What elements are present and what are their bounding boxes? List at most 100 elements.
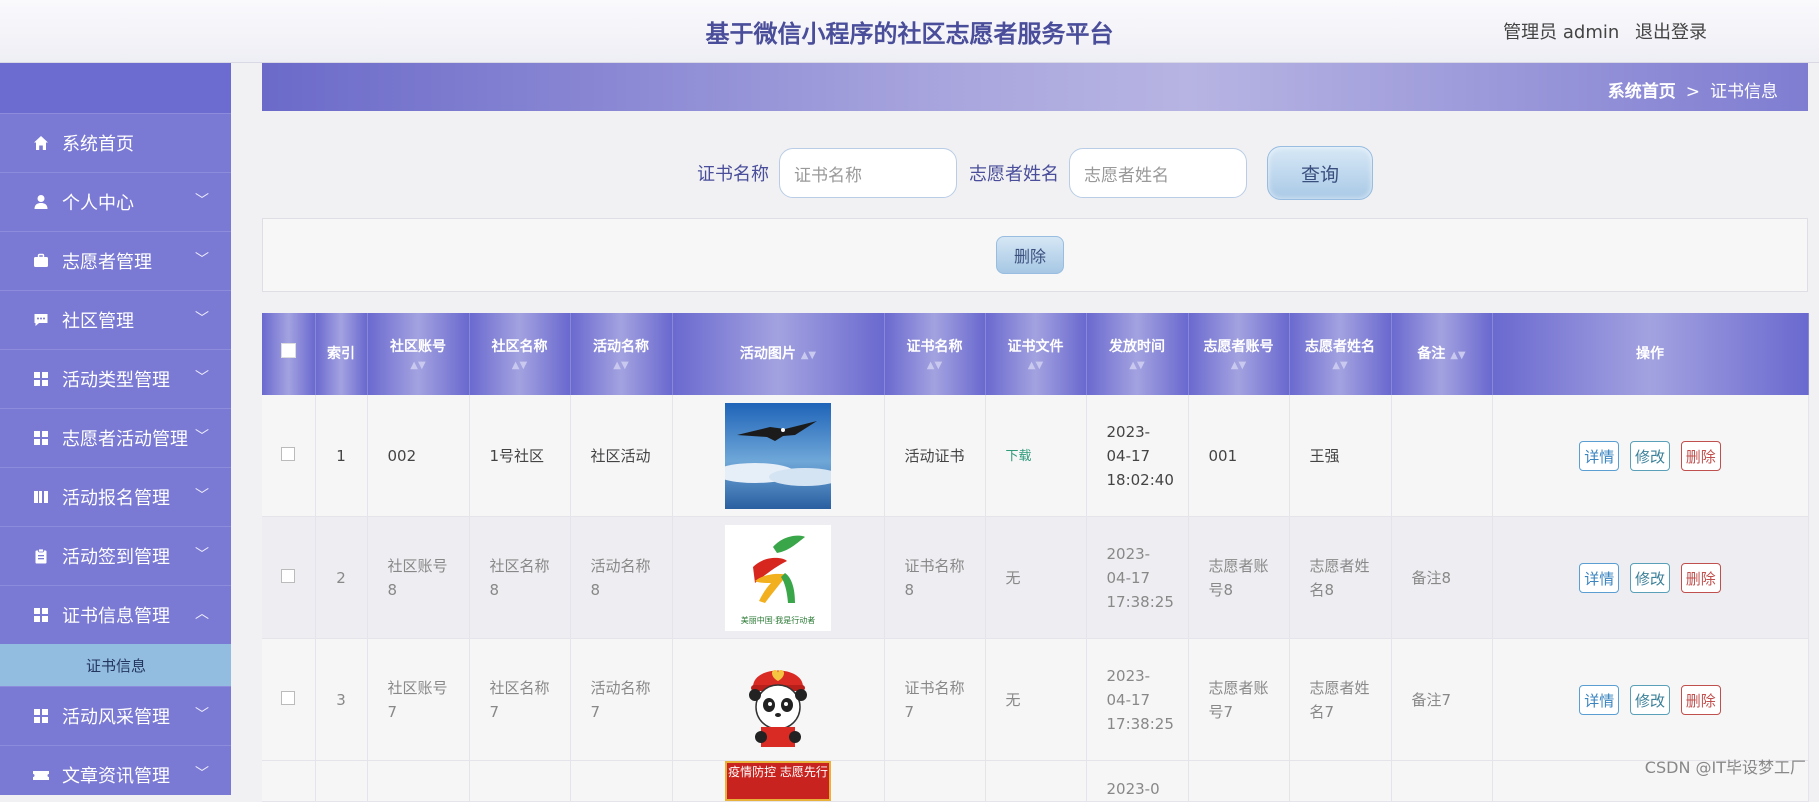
delete-button[interactable]: 删除 — [1680, 684, 1721, 715]
sort-icon[interactable]: ▲▼ — [1091, 359, 1184, 373]
row-select — [262, 638, 316, 761]
sidebar-item-activity-checkin-management[interactable]: 活动签到管理 ﹀ — [0, 526, 231, 585]
column-header[interactable]: 志愿者账号 ▲▼ — [1188, 313, 1290, 395]
table-row: 2 社区账号8 社区名称8 活动名称8 美丽中国·我是行动者 证书名称8 无 2… — [262, 516, 1809, 639]
user-label: 管理员 admin — [1503, 22, 1620, 43]
sort-icon[interactable]: ▲▼ — [1450, 350, 1465, 361]
sidebar-item-volunteer-management[interactable]: 志愿者管理 ﹀ — [0, 231, 231, 290]
detail-button[interactable]: 详情 — [1579, 562, 1620, 593]
book-icon — [32, 488, 50, 506]
logout-link[interactable]: 退出登录 — [1635, 22, 1707, 43]
column-header[interactable]: 社区账号 ▲▼ — [367, 313, 470, 395]
column-header[interactable]: 发放时间 ▲▼ — [1086, 313, 1189, 395]
action-bar: 删除 — [262, 218, 1808, 292]
column-header[interactable]: 备注 ▲▼ — [1391, 313, 1493, 395]
batch-delete-button[interactable]: 删除 — [996, 236, 1064, 274]
edit-button[interactable]: 修改 — [1630, 440, 1670, 471]
sort-icon[interactable]: ▲▼ — [1294, 359, 1387, 373]
table-row: 3 社区账号7 社区名称7 活动名称7 证书名称7 无 2023-04-17 1… — [262, 638, 1809, 761]
sidebar-item-label: 活动风采管理 — [62, 707, 170, 728]
row-checkbox[interactable] — [281, 568, 296, 583]
sidebar-item-label: 活动报名管理 — [62, 488, 170, 509]
column-header[interactable]: 索引 — [315, 313, 368, 395]
cell-activity-name — [570, 760, 673, 802]
home-icon — [32, 134, 50, 152]
column-header[interactable]: 志愿者姓名 ▲▼ — [1289, 313, 1392, 395]
sidebar-item-volunteer-activity-management[interactable]: 志愿者活动管理 ﹀ — [0, 408, 231, 467]
cell-cert-name: 证书名称8 — [884, 516, 986, 639]
cell-volunteer-account: 001 — [1188, 395, 1290, 517]
search-button[interactable]: 查询 — [1267, 146, 1373, 200]
cell-volunteer-account: 志愿者账号7 — [1188, 638, 1290, 761]
cell-activity-image: 疫情防控 志愿先行 — [672, 760, 885, 802]
sidebar-item-label: 志愿者活动管理 — [62, 429, 188, 450]
user-area: 管理员 admin 退出登录 — [1493, 18, 1707, 44]
user-icon — [32, 193, 50, 211]
sort-icon[interactable]: ▲▼ — [575, 359, 668, 373]
cell-volunteer-account: 志愿者账号8 — [1188, 516, 1290, 639]
download-link[interactable]: 下载 — [1006, 449, 1032, 464]
delete-button[interactable]: 删除 — [1680, 562, 1721, 593]
breadcrumb-separator: > — [1685, 82, 1700, 102]
cell-community-name: 1号社区 — [469, 395, 571, 517]
chevron-down-icon: ﹀ — [195, 311, 209, 327]
cell-activity-name: 活动名称8 — [570, 516, 673, 639]
chevron-down-icon: ﹀ — [195, 193, 209, 209]
sort-icon[interactable]: ▲▼ — [474, 359, 566, 373]
briefcase-icon — [32, 252, 50, 270]
sidebar-subitem-certificate-info[interactable]: 证书信息 — [0, 644, 231, 686]
chevron-down-icon: ﹀ — [195, 429, 209, 445]
chevron-down-icon: ﹀ — [195, 370, 209, 386]
table-row: 1 002 1号社区 社区活动 活动证书 下载 2023-04-17 18:02… — [262, 395, 1809, 517]
sidebar-item-certificate-management[interactable]: 证书信息管理 ︿ — [0, 585, 231, 644]
sidebar: 系统首页 个人中心 ﹀ 志愿者管理 ﹀ 社区管理 ﹀ 活动类型管理 ﹀ 志愿者活… — [0, 63, 231, 795]
ticket-icon — [32, 766, 50, 784]
sidebar-item-article-management[interactable]: 文章资讯管理 ﹀ — [0, 745, 231, 795]
cell-community-name — [469, 760, 571, 802]
select-all-checkbox[interactable] — [280, 343, 296, 358]
search-bar: 证书名称 证书名称 志愿者姓名 志愿者姓名 查询 — [262, 145, 1808, 201]
sidebar-item-home[interactable]: 系统首页 — [0, 113, 231, 172]
cell-community-account: 社区账号8 — [367, 516, 470, 639]
sidebar-item-personal-center[interactable]: 个人中心 ﹀ — [0, 172, 231, 231]
column-header[interactable]: 社区名称 ▲▼ — [469, 313, 571, 395]
row-checkbox[interactable] — [281, 446, 296, 461]
volunteer-name-input[interactable]: 志愿者姓名 — [1069, 148, 1247, 198]
page-banner: 系统首页 > 证书信息 — [262, 63, 1808, 111]
select-all-header — [262, 313, 316, 395]
cell-index: 2 — [315, 516, 368, 639]
column-header: 操作 — [1492, 313, 1809, 395]
sort-icon[interactable]: ▲▼ — [990, 359, 1082, 373]
sidebar-item-activity-type-management[interactable]: 活动类型管理 ﹀ — [0, 349, 231, 408]
delete-button[interactable]: 删除 — [1680, 440, 1721, 471]
cell-cert-file — [985, 760, 1087, 802]
breadcrumb-home[interactable]: 系统首页 — [1608, 82, 1676, 102]
edit-button[interactable]: 修改 — [1630, 562, 1670, 593]
sidebar-item-label: 文章资讯管理 — [62, 766, 170, 787]
edit-button[interactable]: 修改 — [1630, 684, 1670, 715]
column-header[interactable]: 证书名称 ▲▼ — [884, 313, 986, 395]
sidebar-item-activity-showcase-management[interactable]: 活动风采管理 ﹀ — [0, 686, 231, 745]
row-checkbox[interactable] — [281, 690, 296, 705]
column-header[interactable]: 证书文件 ▲▼ — [985, 313, 1087, 395]
cell-index: 3 — [315, 638, 368, 761]
sidebar-item-activity-registration-management[interactable]: 活动报名管理 ﹀ — [0, 467, 231, 526]
sort-icon[interactable]: ▲▼ — [801, 350, 816, 361]
grid-icon — [32, 429, 50, 447]
cert-name-input[interactable]: 证书名称 — [779, 148, 957, 198]
sort-icon[interactable]: ▲▼ — [889, 359, 981, 373]
detail-button[interactable]: 详情 — [1579, 684, 1620, 715]
column-header[interactable]: 活动图片 ▲▼ — [672, 313, 885, 395]
sort-icon[interactable]: ▲▼ — [372, 359, 465, 373]
column-header[interactable]: 活动名称 ▲▼ — [570, 313, 673, 395]
detail-button[interactable]: 详情 — [1579, 440, 1620, 471]
sidebar-item-community-management[interactable]: 社区管理 ﹀ — [0, 290, 231, 349]
cell-cert-name: 证书名称7 — [884, 638, 986, 761]
chevron-down-icon: ﹀ — [195, 252, 209, 268]
cell-actions: 详情 修改 删除 — [1492, 395, 1809, 517]
cell-volunteer-account — [1188, 760, 1290, 802]
grid-icon — [32, 707, 50, 725]
cell-actions: 详情 修改 删除 — [1492, 638, 1809, 761]
volunteer-name-label: 志愿者姓名 — [969, 164, 1059, 185]
sort-icon[interactable]: ▲▼ — [1193, 359, 1285, 373]
